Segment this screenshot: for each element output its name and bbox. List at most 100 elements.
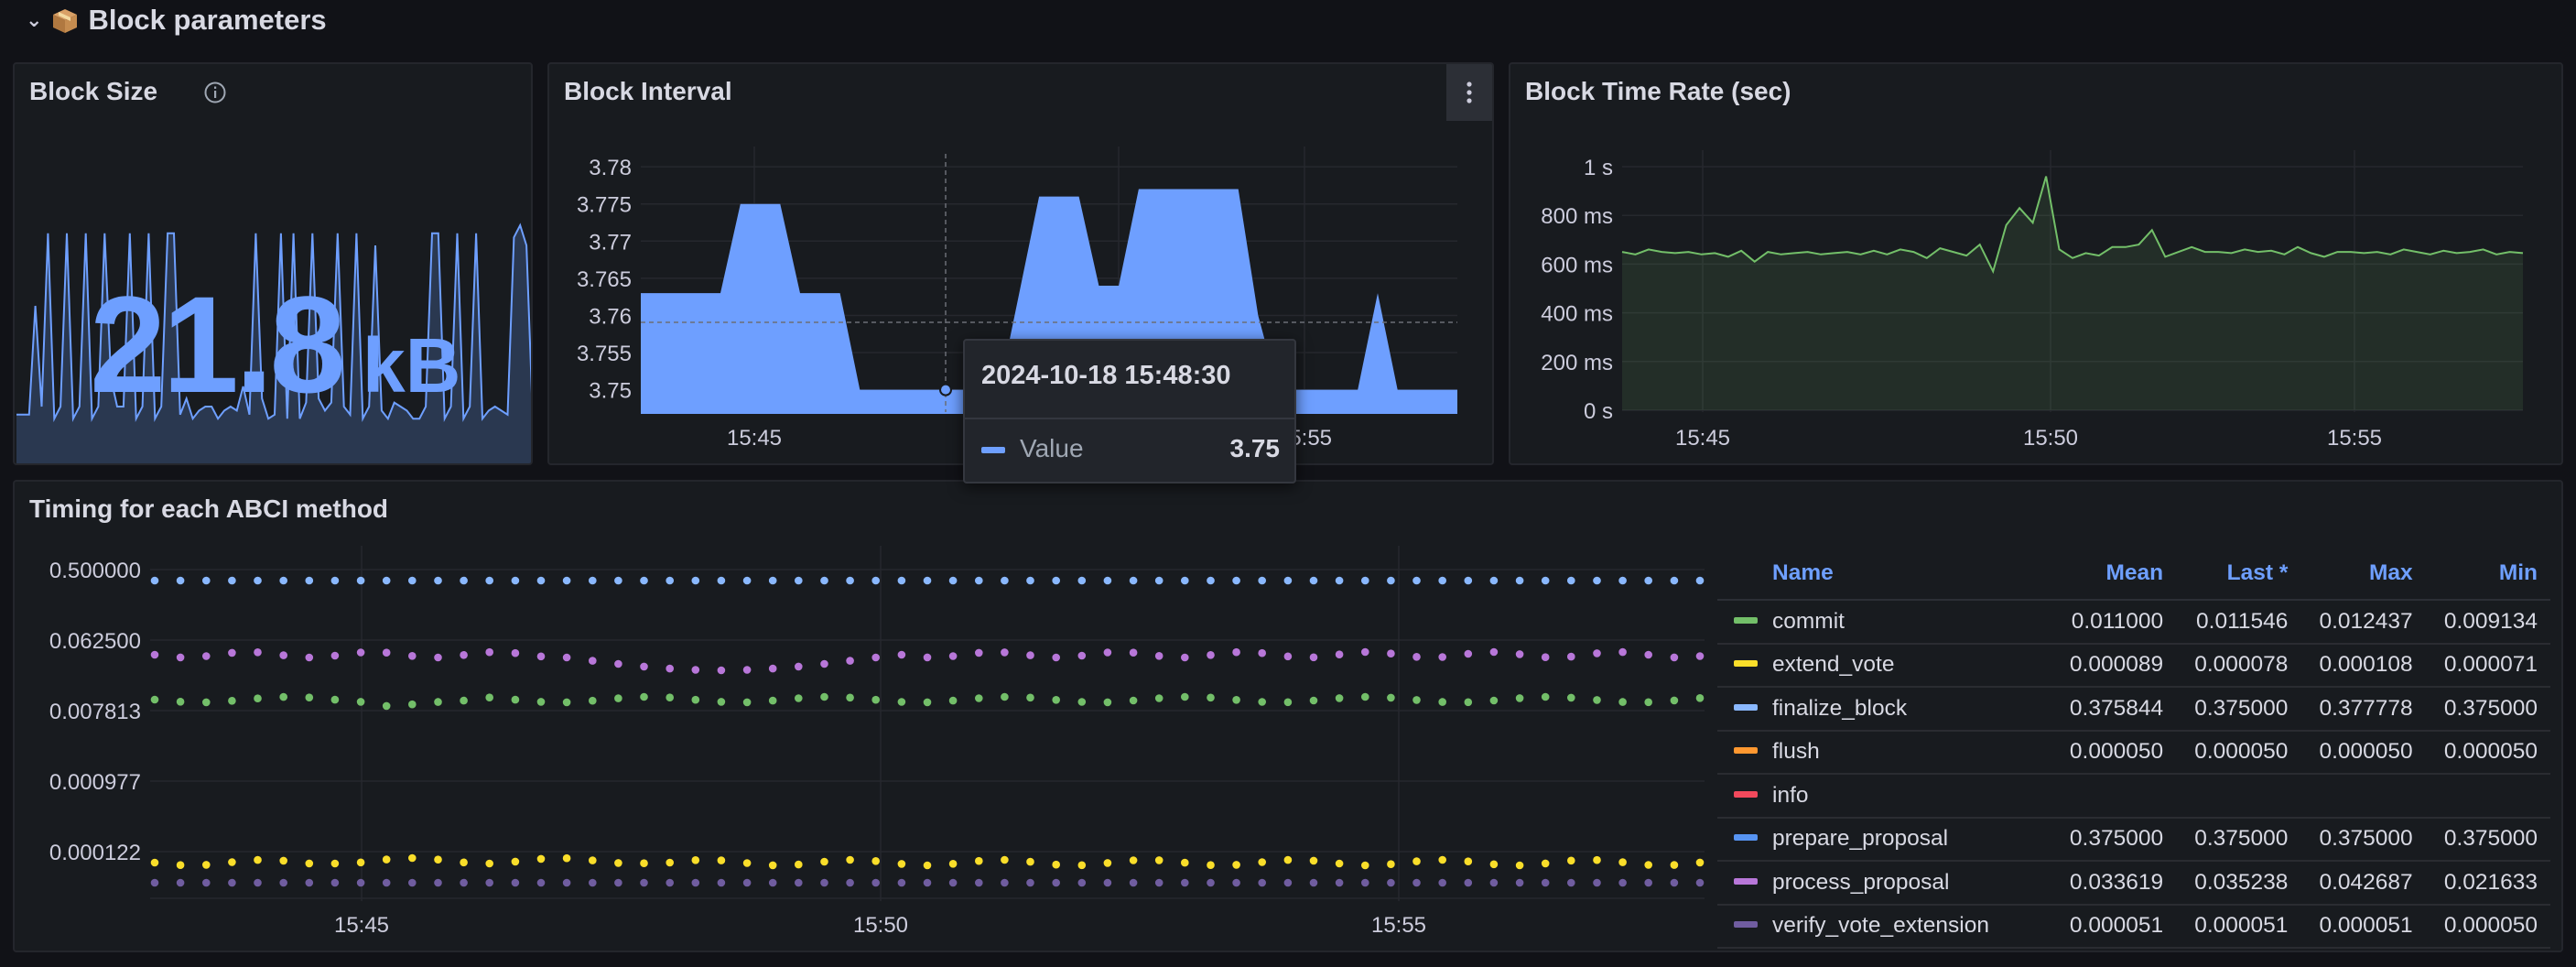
data-point (1283, 576, 1293, 585)
data-point (202, 878, 211, 887)
data-point (742, 878, 752, 887)
stat-unit: kB (363, 322, 460, 408)
data-point (562, 576, 571, 585)
data-point (1695, 694, 1705, 702)
legend-series-name[interactable]: verify_vote_extension (1717, 904, 2051, 949)
data-point (948, 878, 958, 887)
legend-row-finalize-block[interactable]: finalize_block 0.375844 0.375000 0.377778 0.… (1717, 687, 2550, 732)
data-point (330, 878, 340, 887)
tooltip-divider (965, 418, 1294, 419)
data-point (1103, 576, 1112, 585)
data-point (1283, 652, 1293, 661)
data-point (1154, 576, 1164, 585)
x-tick-label: 15:55 (1371, 913, 1426, 938)
data-point (150, 576, 159, 585)
legend-min: 0.021633 (2425, 861, 2550, 906)
series-extend-vote (150, 853, 1705, 870)
series-verify-vote-extension (150, 878, 1705, 887)
legend-min: 0.375000 (2425, 817, 2550, 862)
y-tick-label: 3.78 (589, 156, 632, 180)
legend-series-name[interactable]: process_proposal (1717, 861, 2051, 906)
legend-series-name[interactable]: extend_vote (1717, 643, 2051, 688)
data-point (1387, 649, 1395, 657)
data-point (666, 664, 674, 673)
data-point (150, 878, 159, 887)
legend-row-flush[interactable]: flush 0.000050 0.000050 0.000050 0.000050 (1717, 730, 2550, 775)
legend-swatch (1734, 747, 1758, 755)
data-point (1695, 576, 1705, 585)
legend-series-name[interactable]: finalize_block (1717, 687, 2051, 732)
x-tick-label: 15:45 (727, 426, 782, 451)
data-point (1335, 878, 1344, 887)
data-point (1644, 576, 1652, 585)
legend-max: 0.000108 (2300, 643, 2426, 688)
data-point (1077, 861, 1087, 870)
data-point (356, 648, 365, 657)
data-point (589, 576, 597, 585)
data-point (150, 858, 159, 867)
data-point (1618, 878, 1627, 887)
legend-row-prepare-proposal[interactable]: prepare_proposal 0.375000 0.375000 0.375000… (1717, 817, 2550, 862)
legend-series-name[interactable]: commit (1717, 600, 2051, 645)
legend-last: 0.375000 (2176, 687, 2301, 732)
y-tick-label: 800 ms (1541, 204, 1613, 229)
data-point (279, 576, 288, 585)
data-point (1515, 694, 1524, 702)
tooltip-label: Value (1020, 434, 1084, 462)
data-point (434, 855, 442, 864)
data-point (1129, 878, 1138, 887)
data-point (1258, 576, 1266, 585)
data-point (1001, 692, 1009, 701)
abci-timing-chart[interactable]: 0.500000 0.062500 0.007813 0.000977 0.000122… (15, 482, 1717, 952)
data-point (356, 698, 365, 706)
legend-min: 0.000050 (2425, 904, 2550, 949)
legend-row-commit[interactable]: commit 0.011000 0.011546 0.012437 0.009134 (1717, 600, 2550, 645)
data-point (1670, 576, 1679, 585)
data-point (408, 576, 417, 585)
legend-header-mean[interactable]: Mean (2051, 548, 2177, 601)
data-point (1489, 576, 1499, 585)
legend-row-info[interactable]: info (1717, 774, 2550, 819)
legend-header-name[interactable]: Name (1717, 548, 2051, 601)
legend-header-min[interactable]: Min (2425, 548, 2550, 601)
series-finalize-block (150, 576, 1705, 585)
data-point (589, 856, 597, 864)
legend-row-extend-vote[interactable]: extend_vote 0.000089 0.000078 0.000108 0.000… (1717, 643, 2550, 688)
data-point (1335, 650, 1344, 658)
data-point (1129, 576, 1138, 585)
row-header-block-parameters[interactable]: ⌄ Block parameters (26, 0, 327, 40)
data-point (717, 856, 726, 864)
data-point (330, 859, 340, 868)
data-point (1695, 858, 1705, 867)
data-point (1026, 693, 1034, 702)
block-time-rate-chart[interactable]: 1 s 800 ms 600 ms 400 ms 200 ms 0 s 15:45 15:50… (1510, 64, 2563, 465)
data-point (691, 695, 700, 704)
legend-last: 0.000050 (2176, 730, 2301, 775)
legend-last: 0.011546 (2176, 600, 2301, 645)
tooltip-series-swatch (981, 447, 1005, 453)
y-tick-label: 200 ms (1541, 351, 1613, 375)
data-point (1052, 878, 1060, 887)
legend-row-verify-vote-extension[interactable]: verify_vote_extension 0.000051 0.000051 0.0… (1717, 904, 2550, 949)
legend-series-name[interactable]: flush (1717, 730, 2051, 775)
data-point (330, 576, 340, 585)
data-point (666, 693, 674, 701)
chevron-down-icon[interactable]: ⌄ (26, 8, 42, 32)
legend-row-process-proposal[interactable]: process_proposal 0.033619 0.035238 0.042687… (1717, 861, 2550, 906)
legend-swatch (1734, 660, 1758, 668)
data-point (1232, 861, 1240, 869)
data-point (768, 861, 777, 870)
legend-series-name[interactable]: info (1717, 774, 2051, 819)
legend-max: 0.042687 (2300, 861, 2426, 906)
data-point (1103, 859, 1112, 867)
data-point (536, 878, 546, 887)
legend-series-name[interactable]: prepare_proposal (1717, 817, 2051, 862)
data-point (1283, 698, 1293, 707)
data-point (948, 860, 958, 868)
data-point (897, 650, 906, 659)
legend-max: 0.000050 (2300, 730, 2426, 775)
data-point (1567, 878, 1575, 887)
legend-header-max[interactable]: Max (2300, 548, 2426, 601)
legend-header-last[interactable]: Last * (2176, 548, 2301, 601)
tooltip-value: 3.75 (1229, 434, 1281, 462)
